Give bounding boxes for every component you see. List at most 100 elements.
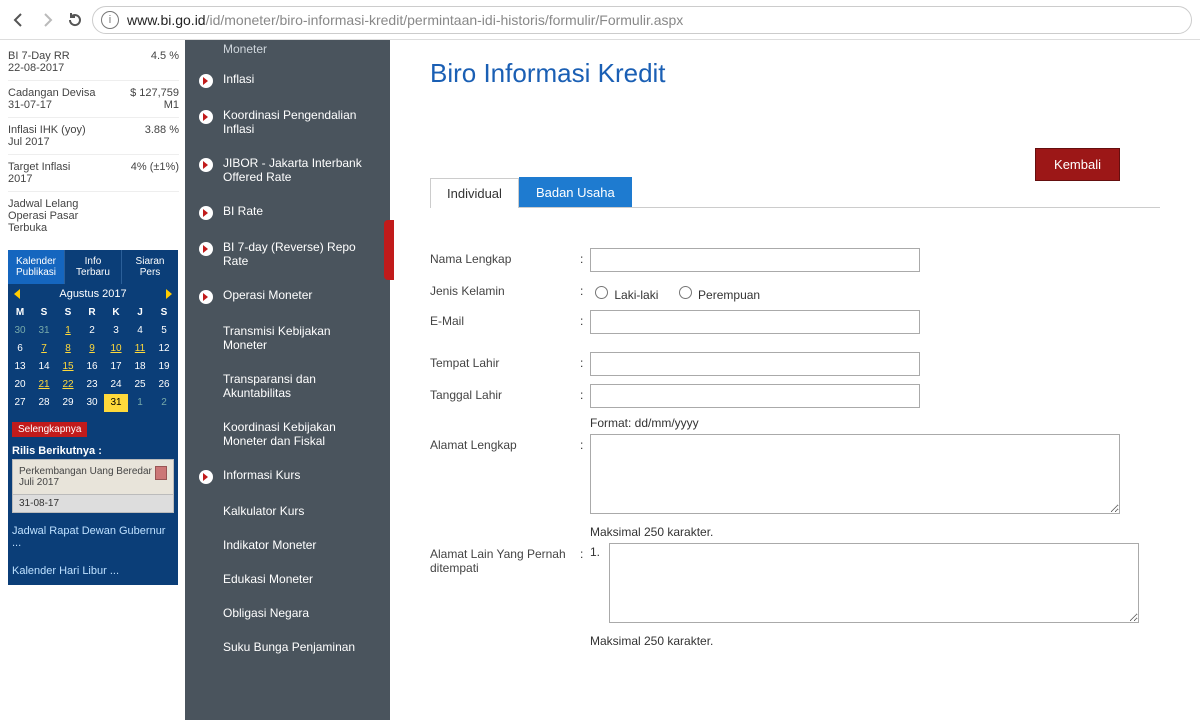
calendar-day[interactable]: 24 <box>104 376 128 394</box>
stat-label: Target Inflasi2017 <box>8 161 70 185</box>
input-tempat-lahir[interactable] <box>590 352 920 376</box>
input-nama-lengkap[interactable] <box>590 248 920 272</box>
calendar-day[interactable]: 5 <box>152 322 176 340</box>
sidebar-menu: Moneter InflasiKoordinasi Pengendalian I… <box>185 40 390 720</box>
calendar-day[interactable]: 31 <box>32 322 56 340</box>
sidebar-item-label: Informasi Kurs <box>223 468 300 482</box>
calendar-day[interactable]: 15 <box>56 358 80 376</box>
sidebar-item-label: Edukasi Moneter <box>223 572 313 586</box>
calendar-dow: R <box>80 304 104 322</box>
input-email[interactable] <box>590 310 920 334</box>
calendar-day[interactable]: 11 <box>128 340 152 358</box>
sidebar-item[interactable]: Obligasi Negara <box>185 596 390 630</box>
calendar-day[interactable]: 18 <box>128 358 152 376</box>
reload-icon[interactable] <box>64 9 86 31</box>
input-tanggal-lahir[interactable] <box>590 384 920 408</box>
calendar-day[interactable]: 19 <box>152 358 176 376</box>
sidebar-item[interactable]: Indikator Moneter <box>185 528 390 562</box>
textarea-alamat-lain-1[interactable] <box>609 543 1139 623</box>
list-number-1: 1. <box>590 545 606 559</box>
calendar-day[interactable]: 25 <box>128 376 152 394</box>
address-bar[interactable]: i www.bi.go.id/id/moneter/biro-informasi… <box>92 6 1192 34</box>
calendar-dow: K <box>104 304 128 322</box>
calendar-prev-icon[interactable] <box>14 289 20 299</box>
radio-perempuan[interactable] <box>679 286 692 299</box>
calendar-day[interactable]: 14 <box>32 358 56 376</box>
calendar-day[interactable]: 1 <box>56 322 80 340</box>
calendar-day[interactable]: 27 <box>8 394 32 412</box>
textarea-alamat-lengkap[interactable] <box>590 434 1120 514</box>
calendar-day[interactable]: 12 <box>152 340 176 358</box>
sidebar-item[interactable]: Suku Bunga Penjaminan <box>185 630 390 664</box>
link-kalender-libur[interactable]: Kalender Hari Libur ... <box>8 557 178 585</box>
tab-individual[interactable]: Individual <box>430 178 519 208</box>
calendar-day[interactable]: 8 <box>56 340 80 358</box>
hint-max250-1: Maksimal 250 karakter. <box>590 525 1160 539</box>
sidebar-item-label: Transparansi dan Akuntabilitas <box>223 372 376 400</box>
stat-row: Jadwal LelangOperasi PasarTerbuka <box>8 191 179 240</box>
stat-label: Inflasi IHK (yoy)Jul 2017 <box>8 124 86 148</box>
forward-icon[interactable] <box>36 9 58 31</box>
sidebar-item[interactable]: Inflasi <box>185 62 390 98</box>
sidebar-item-label: Koordinasi Pengendalian Inflasi <box>223 108 376 136</box>
sidebar-item-label: Suku Bunga Penjaminan <box>223 640 355 654</box>
sidebar-item[interactable]: Transparansi dan Akuntabilitas <box>185 362 390 410</box>
calendar-day[interactable]: 13 <box>8 358 32 376</box>
sidebar-item[interactable]: Koordinasi Kebijakan Moneter dan Fiskal <box>185 410 390 458</box>
stat-value: 3.88 % <box>145 124 179 148</box>
calendar-tab-publikasi[interactable]: Kalender Publikasi <box>8 250 65 284</box>
rilis-date: 31-08-17 <box>12 495 174 513</box>
selengkapnya-button[interactable]: Selengkapnya <box>12 422 87 437</box>
calendar-next-icon[interactable] <box>166 289 172 299</box>
browser-toolbar: i www.bi.go.id/id/moneter/biro-informasi… <box>0 0 1200 40</box>
sidebar-item[interactable]: JIBOR - Jakarta Interbank Offered Rate <box>185 146 390 194</box>
stat-value: 4% (±1%) <box>131 161 179 185</box>
document-icon <box>155 466 167 480</box>
calendar-day[interactable]: 30 <box>8 322 32 340</box>
sidebar-item[interactable]: Operasi Moneter <box>185 278 390 314</box>
site-info-icon[interactable]: i <box>101 11 119 29</box>
calendar-day[interactable]: 10 <box>104 340 128 358</box>
hint-max250-2: Maksimal 250 karakter. <box>590 634 1160 648</box>
link-jadwal-rapat[interactable]: Jadwal Rapat Dewan Gubernur ... <box>8 517 178 557</box>
rilis-item[interactable]: Perkembangan Uang Beredar Juli 2017 <box>12 459 174 495</box>
calendar-day[interactable]: 6 <box>8 340 32 358</box>
radio-laki[interactable] <box>595 286 608 299</box>
calendar-day[interactable]: 20 <box>8 376 32 394</box>
back-button[interactable]: Kembali <box>1035 148 1120 181</box>
calendar-day[interactable]: 9 <box>80 340 104 358</box>
calendar-tab-info[interactable]: Info Terbaru <box>65 250 122 284</box>
sidebar-item[interactable]: BI Rate <box>185 194 390 230</box>
sidebar-item[interactable]: Informasi Kurs <box>185 458 390 494</box>
calendar-day[interactable]: 31 <box>104 394 128 412</box>
sidebar-item[interactable]: Transmisi Kebijakan Moneter <box>185 314 390 362</box>
calendar-tab-siaran[interactable]: Siaran Pers <box>122 250 178 284</box>
url-text: www.bi.go.id/id/moneter/biro-informasi-k… <box>127 12 683 28</box>
tab-badan-usaha[interactable]: Badan Usaha <box>519 177 632 207</box>
calendar-day[interactable]: 1 <box>128 394 152 412</box>
label-nama: Nama Lengkap <box>430 248 580 266</box>
calendar-day[interactable]: 22 <box>56 376 80 394</box>
back-icon[interactable] <box>8 9 30 31</box>
calendar-day[interactable]: 29 <box>56 394 80 412</box>
calendar-dow: M <box>8 304 32 322</box>
calendar-day[interactable]: 2 <box>152 394 176 412</box>
hint-date-format: Format: dd/mm/yyyy <box>590 416 1160 430</box>
calendar-day[interactable]: 21 <box>32 376 56 394</box>
sidebar-item-label: Indikator Moneter <box>223 538 316 552</box>
sidebar-item[interactable]: Edukasi Moneter <box>185 562 390 596</box>
calendar-day[interactable]: 2 <box>80 322 104 340</box>
calendar-day[interactable]: 23 <box>80 376 104 394</box>
sidebar-item[interactable]: BI 7-day (Reverse) Repo Rate <box>185 230 390 278</box>
calendar-month: Agustus 2017 <box>59 288 126 300</box>
calendar-day[interactable]: 7 <box>32 340 56 358</box>
calendar-day[interactable]: 16 <box>80 358 104 376</box>
sidebar-item[interactable]: Koordinasi Pengendalian Inflasi <box>185 98 390 146</box>
sidebar-item[interactable]: Kalkulator Kurs <box>185 494 390 528</box>
calendar-day[interactable]: 17 <box>104 358 128 376</box>
calendar-day[interactable]: 4 <box>128 322 152 340</box>
calendar-day[interactable]: 26 <box>152 376 176 394</box>
calendar-day[interactable]: 3 <box>104 322 128 340</box>
calendar-day[interactable]: 28 <box>32 394 56 412</box>
calendar-day[interactable]: 30 <box>80 394 104 412</box>
